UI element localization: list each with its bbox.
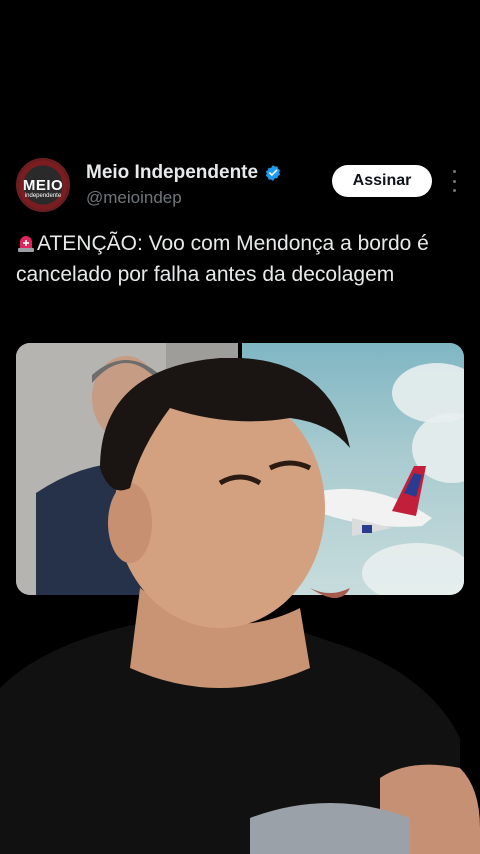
- tweet-text-container: ATENÇÃO: Voo com Mendonça a bordo é canc…: [16, 228, 464, 290]
- account-name[interactable]: Meio Independente: [86, 162, 258, 184]
- name-row: Meio Independente: [86, 162, 282, 184]
- account-handle[interactable]: @meioindep: [86, 188, 182, 208]
- more-options-icon[interactable]: [448, 170, 460, 192]
- avatar[interactable]: MEIO independente: [16, 158, 70, 212]
- avatar-logo-subtext: independente: [24, 193, 62, 199]
- follow-button[interactable]: Assinar: [332, 165, 432, 197]
- tweet-text: ATENÇÃO: Voo com Mendonça a bordo é canc…: [16, 232, 429, 286]
- avatar-logo-text: MEIO: [22, 177, 64, 194]
- verified-badge-icon: [266, 165, 281, 181]
- siren-icon: [18, 236, 34, 252]
- person-overlay-image: [0, 358, 480, 854]
- tweet-header: MEIO independente Meio Independente @mei…: [16, 158, 464, 214]
